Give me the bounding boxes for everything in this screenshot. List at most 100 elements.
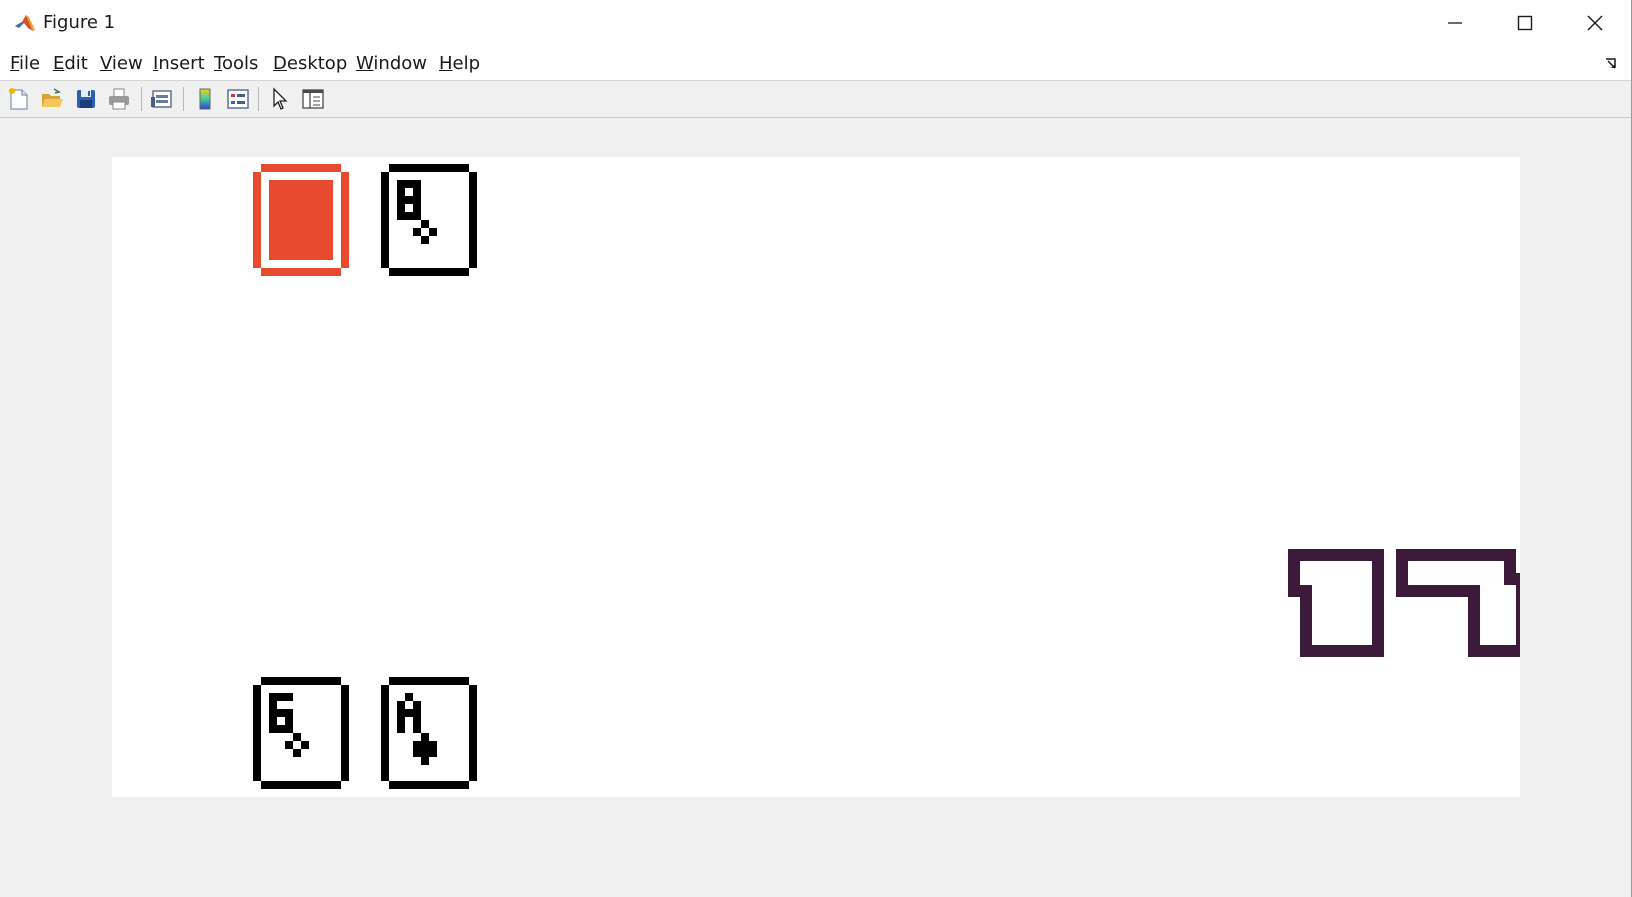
card-rank-8	[413, 188, 421, 196]
toolbar-separator	[183, 87, 184, 111]
menu-edit-label: dit	[64, 53, 88, 74]
score-digit-1	[1348, 645, 1360, 657]
card-border	[381, 172, 389, 268]
club-icon	[421, 236, 429, 244]
score-digit-7	[1444, 549, 1456, 561]
card-6-of-clubs	[253, 677, 349, 789]
card-rank-8	[397, 204, 405, 212]
card-rank-A	[413, 725, 421, 733]
score-digit-1	[1372, 645, 1384, 657]
spade-icon	[413, 741, 421, 749]
property-inspector-button[interactable]	[299, 85, 327, 113]
score-digit-7	[1396, 549, 1408, 561]
card-rank-6	[285, 693, 293, 701]
score-digit-7	[1432, 549, 1444, 561]
colorbar-icon	[199, 88, 211, 110]
card-rank-8	[405, 196, 413, 204]
menu-help-accel: H	[439, 53, 453, 74]
score-digit-1	[1312, 549, 1324, 561]
menu-view[interactable]: View	[100, 53, 143, 74]
score-digit-7	[1516, 573, 1528, 585]
card-rank-6	[285, 709, 293, 717]
menu-desktop[interactable]: Desktop	[273, 53, 347, 74]
dealer-card-2	[381, 164, 477, 281]
matlab-logo-icon	[13, 11, 37, 35]
score-digit-1	[1348, 549, 1360, 561]
card-8-of-clubs	[381, 164, 477, 276]
menu-file[interactable]: File	[10, 53, 40, 74]
card-rank-6	[269, 717, 277, 725]
card-rank-8	[405, 180, 413, 188]
dock-arrow-icon[interactable]	[1605, 57, 1617, 69]
score-digit-7	[1396, 585, 1408, 597]
menu-tools[interactable]: Tools	[214, 53, 258, 74]
card-border	[253, 172, 261, 268]
club-icon	[429, 228, 437, 236]
score-digit-1	[1300, 585, 1312, 597]
print-button[interactable]	[105, 85, 133, 113]
card-rank-6	[285, 717, 293, 725]
score-digit-1	[1372, 621, 1384, 633]
window-title: Figure 1	[43, 12, 116, 33]
card-border	[389, 677, 469, 685]
minimize-button[interactable]	[1420, 0, 1490, 46]
card-border	[381, 685, 389, 781]
edit-plot-button[interactable]	[266, 85, 294, 113]
card-rank-A	[413, 709, 421, 717]
menu-help-label: elp	[452, 53, 481, 74]
score-digit-7	[1408, 549, 1420, 561]
score-digit-1	[1372, 585, 1384, 597]
pixel-score-display	[1288, 549, 1528, 657]
card-rank-6	[269, 701, 277, 709]
card-rank-6	[269, 725, 277, 733]
new-figure-icon	[9, 88, 28, 110]
save-button[interactable]	[72, 85, 100, 113]
card-rank-A	[413, 701, 421, 709]
print-preview-button[interactable]	[148, 85, 176, 113]
insert-legend-button[interactable]	[224, 85, 252, 113]
card-border	[261, 164, 341, 172]
score-digit-7	[1396, 561, 1408, 573]
menu-help[interactable]: Help	[439, 53, 480, 74]
game-board	[112, 157, 1528, 797]
card-rank-6	[277, 725, 285, 733]
print-icon	[109, 88, 129, 110]
menu-window-label: indow	[373, 53, 427, 74]
card-rank-A	[397, 717, 405, 725]
dealer-card-1	[253, 164, 349, 281]
toolbar-separator	[141, 87, 142, 111]
card-rank-8	[413, 180, 421, 188]
minimize-icon	[1448, 22, 1462, 24]
face-down-card	[253, 164, 349, 276]
insert-colorbar-button[interactable]	[191, 85, 219, 113]
new-figure-button[interactable]	[5, 85, 33, 113]
menu-edit[interactable]: Edit	[53, 53, 88, 74]
maximize-button[interactable]	[1490, 0, 1560, 46]
menu-desktop-label: esktop	[286, 53, 348, 74]
score-digit-1	[1288, 585, 1300, 597]
menu-edit-accel: E	[53, 53, 65, 74]
score-digit-7	[1396, 573, 1408, 585]
card-border	[469, 685, 477, 781]
title-bar: Figure 1	[0, 0, 1631, 46]
open-file-icon	[42, 88, 63, 107]
score-digit-7	[1432, 585, 1444, 597]
menu-window[interactable]: Window	[356, 53, 427, 74]
menu-tools-label: ools	[221, 53, 259, 74]
player-card-2	[381, 677, 477, 794]
club-icon	[413, 228, 421, 236]
toolbar-separator	[258, 87, 259, 111]
menu-bar: File Edit View Insert Tools Desktop Wind…	[0, 46, 1631, 81]
spade-icon	[429, 749, 437, 757]
close-icon	[1587, 15, 1603, 31]
open-file-button[interactable]	[38, 85, 66, 113]
close-button[interactable]	[1560, 0, 1630, 46]
menu-window-accel: W	[356, 53, 374, 74]
score-digit-1	[1312, 645, 1324, 657]
menu-insert[interactable]: Insert	[153, 53, 205, 74]
score-digit-7	[1492, 549, 1504, 561]
card-rank-6	[269, 709, 277, 717]
edit-plot-arrow-icon	[273, 87, 288, 110]
card-rank-8	[397, 212, 405, 220]
card-rank-6	[269, 693, 277, 701]
